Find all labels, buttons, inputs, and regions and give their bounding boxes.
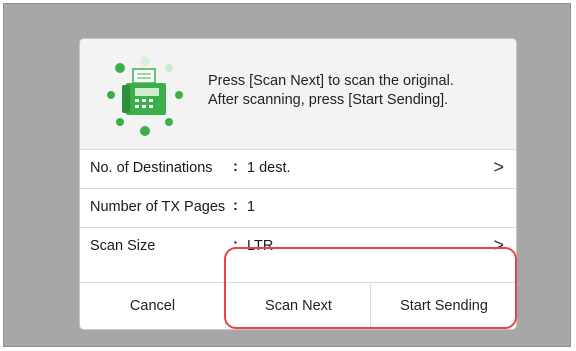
row-no-of-destinations[interactable]: No. of Destinations : 1 dest. >: [80, 149, 516, 188]
row-label: Scan Size: [90, 238, 156, 254]
instruction-message: Press [Scan Next] to scan the original. …: [208, 72, 508, 110]
row-label: Number of TX Pages: [90, 199, 226, 215]
row-label: No. of Destinations: [90, 160, 213, 176]
fax-machine-icon: [107, 56, 183, 136]
row-value: 1 dest.: [247, 160, 291, 176]
scan-next-button[interactable]: Scan Next: [225, 283, 371, 329]
row-value: LTR: [247, 238, 274, 254]
instruction-line-1: Press [Scan Next] to scan the original.: [208, 73, 454, 89]
dialog-header: Press [Scan Next] to scan the original. …: [80, 39, 516, 149]
device-screen: Press [Scan Next] to scan the original. …: [3, 3, 571, 347]
row-value: 1: [247, 199, 256, 215]
row-separator: :: [233, 159, 238, 175]
button-bar: Cancel Scan Next Start Sending: [80, 282, 516, 329]
cancel-button[interactable]: Cancel: [80, 283, 225, 329]
instruction-line-2: After scanning, press [Start Sending].: [208, 92, 449, 108]
row-scan-size[interactable]: Scan Size : LTR >: [80, 227, 516, 266]
row-number-of-tx-pages: Number of TX Pages : 1: [80, 188, 516, 227]
row-separator: :: [233, 237, 238, 253]
row-separator: :: [233, 198, 238, 214]
scan-dialog: Press [Scan Next] to scan the original. …: [80, 39, 516, 329]
chevron-right-icon: >: [493, 157, 504, 177]
start-sending-button[interactable]: Start Sending: [370, 283, 517, 329]
chevron-right-icon: >: [493, 235, 504, 255]
